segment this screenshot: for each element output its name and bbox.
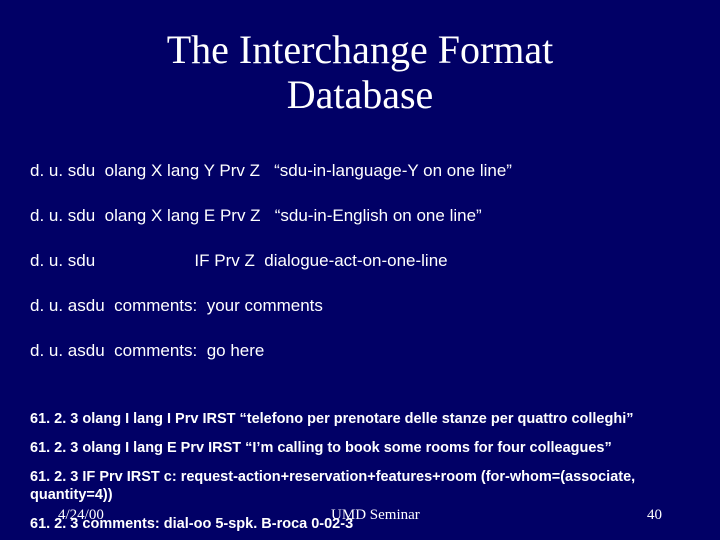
example-row: 61. 2. 3 olang I lang I Prv IRST “telefo… (30, 410, 690, 429)
schema-row: d. u. sdu olang X lang Y Prv Z “sdu-in-l… (30, 160, 690, 182)
footer-page-number: 40 (647, 507, 662, 524)
schema-row: d. u. sdu olang X lang E Prv Z “sdu-in-E… (30, 205, 690, 227)
schema-row: d. u. asdu comments: your comments (30, 295, 690, 317)
schema-block: d. u. sdu olang X lang Y Prv Z “sdu-in-l… (0, 138, 720, 385)
example-row: 61. 2. 3 IF Prv IRST c: request-action+r… (30, 468, 690, 505)
schema-row: d. u. sdu IF Prv Z dialogue-act-on-one-l… (30, 250, 690, 272)
title-line-1: The Interchange Format (167, 27, 554, 72)
slide-footer: 4/24/00 UMD Seminar 40 (0, 507, 720, 524)
footer-date: 4/24/00 (58, 507, 104, 524)
title-line-2: Database (287, 72, 434, 117)
schema-row: d. u. asdu comments: go here (30, 340, 690, 362)
example-row: 61. 2. 3 olang I lang E Prv IRST “I’m ca… (30, 439, 690, 458)
footer-venue: UMD Seminar (331, 507, 420, 524)
slide-title: The Interchange Format Database (0, 0, 720, 138)
